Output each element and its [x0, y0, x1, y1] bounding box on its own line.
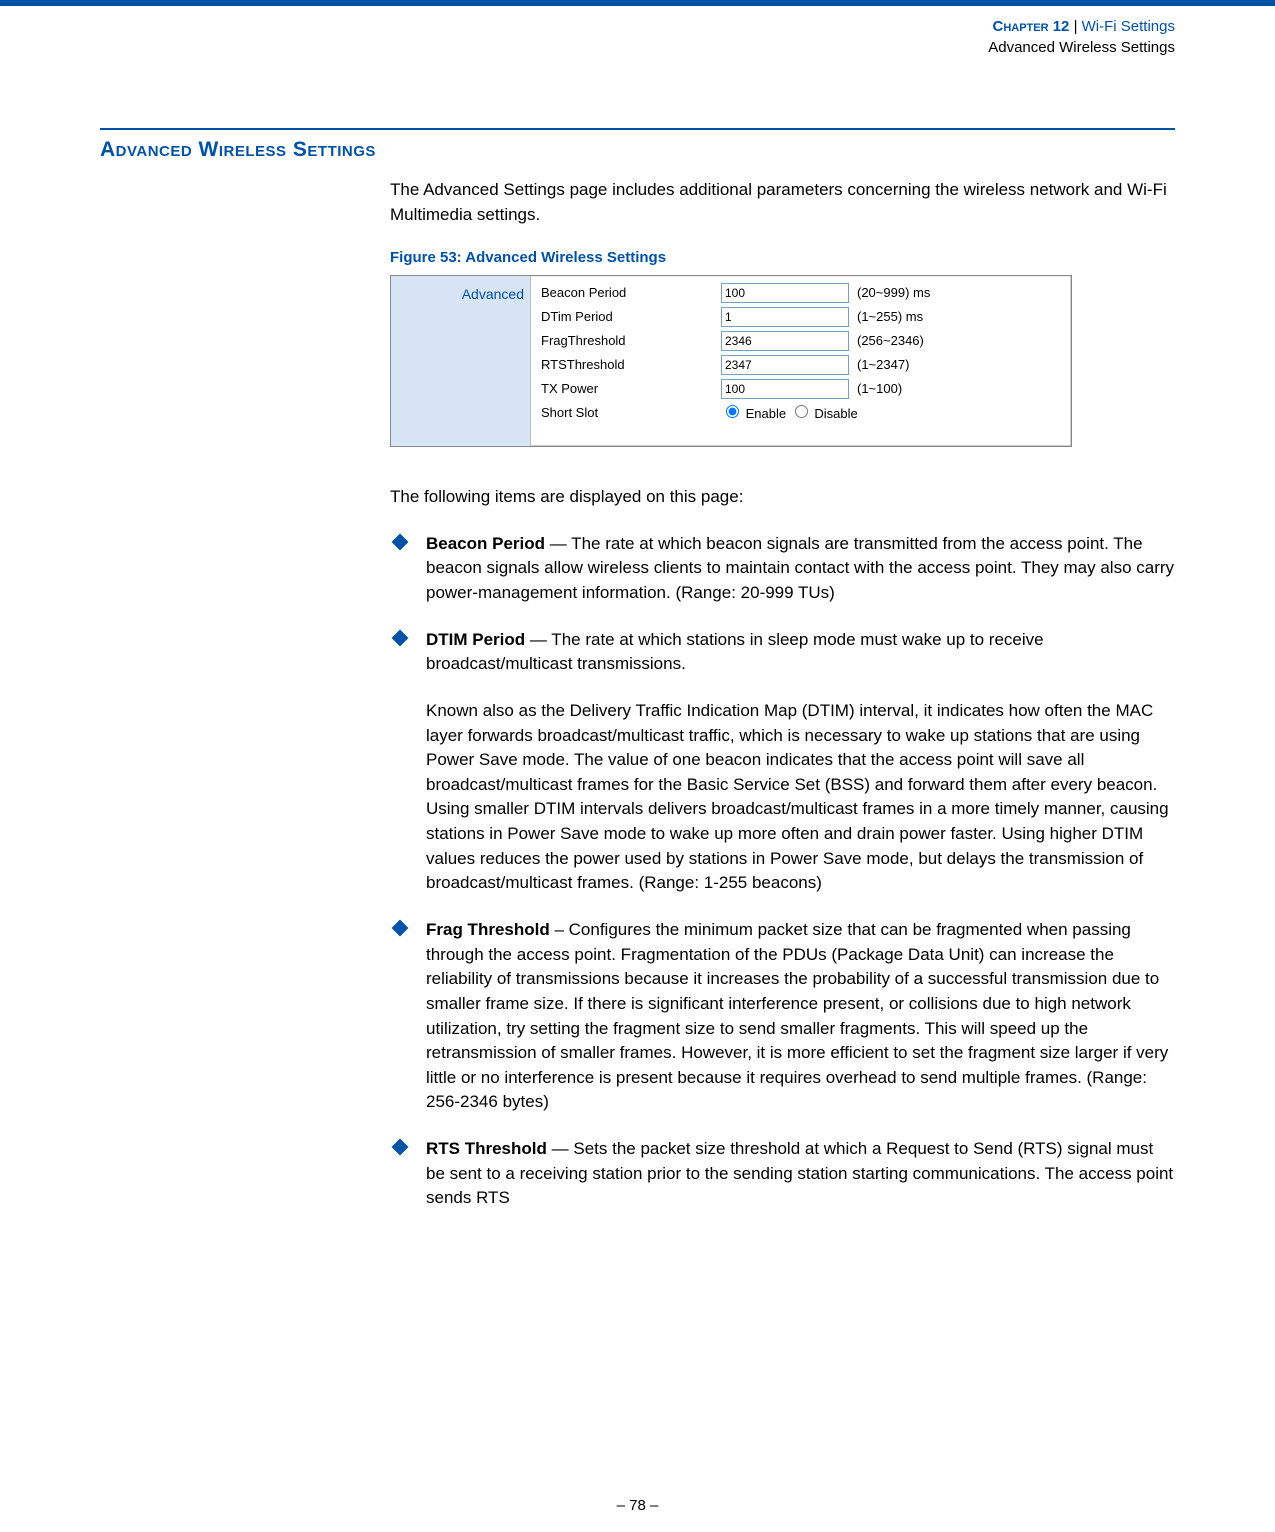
figure-screenshot: Advanced Beacon Period (20~999) ms DTim … [390, 275, 1072, 447]
screenshot-row: FragThreshold (256~2346) [541, 330, 1061, 352]
diamond-bullet-icon [392, 533, 409, 550]
header-section: Wi-Fi Settings [1082, 18, 1175, 35]
running-header: Chapter 12 | Wi-Fi Settings Advanced Wir… [0, 6, 1275, 58]
top-rule [0, 0, 1275, 6]
bullet-term: Frag Threshold [426, 920, 550, 939]
field-label: DTim Period [541, 308, 721, 327]
enable-label: Enable [746, 406, 786, 421]
field-hint: (1~255) ms [857, 308, 923, 327]
post-figure-text: The following items are displayed on thi… [390, 485, 1175, 510]
header-line-1: Chapter 12 | Wi-Fi Settings [0, 16, 1175, 37]
bullet-extra: Known also as the Delivery Traffic Indic… [426, 699, 1175, 896]
field-label: Beacon Period [541, 284, 721, 303]
disable-label: Disable [814, 406, 857, 421]
screenshot-row: DTim Period (1~255) ms [541, 306, 1061, 328]
diamond-bullet-icon [392, 920, 409, 937]
bullet-list: Beacon Period — The rate at which beacon… [390, 532, 1175, 1211]
short-slot-disable-radio[interactable] [795, 405, 808, 418]
screenshot-row: Beacon Period (20~999) ms [541, 282, 1061, 304]
screenshot-sidebar-label: Advanced [462, 286, 524, 302]
figure-caption: Figure 53: Advanced Wireless Settings [390, 247, 1175, 269]
section-heading: Advanced Wireless Settings [100, 138, 1175, 162]
diamond-bullet-icon [392, 629, 409, 646]
field-hint: (1~2347) [857, 356, 909, 375]
intro-paragraph: The Advanced Settings page includes addi… [390, 178, 1175, 227]
bullet-term: DTIM Period [426, 630, 525, 649]
bullet-body: – Configures the minimum packet size tha… [426, 920, 1168, 1111]
dtim-period-input[interactable] [721, 307, 849, 327]
frag-threshold-input[interactable] [721, 331, 849, 351]
list-item: RTS Threshold — Sets the packet size thr… [390, 1137, 1175, 1211]
screenshot-row: RTSThreshold (1~2347) [541, 354, 1061, 376]
field-hint: (256~2346) [857, 332, 924, 351]
short-slot-enable-radio[interactable] [726, 405, 739, 418]
header-subsection: Advanced Wireless Settings [0, 37, 1175, 58]
rts-threshold-input[interactable] [721, 355, 849, 375]
screenshot-main: Beacon Period (20~999) ms DTim Period (1… [531, 276, 1071, 446]
screenshot-row: TX Power (1~100) [541, 378, 1061, 400]
page: Chapter 12 | Wi-Fi Settings Advanced Wir… [0, 0, 1275, 1532]
diamond-bullet-icon [392, 1139, 409, 1156]
section-rule [100, 128, 1175, 130]
list-item: Frag Threshold – Configures the minimum … [390, 918, 1175, 1115]
content-area: Advanced Wireless Settings The Advanced … [100, 128, 1175, 1211]
page-number: – 78 – [0, 1497, 1275, 1514]
screenshot-sidebar: Advanced [391, 276, 531, 446]
header-separator: | [1069, 18, 1081, 35]
bullet-term: Beacon Period [426, 534, 545, 553]
field-label: TX Power [541, 380, 721, 399]
field-label: Short Slot [541, 404, 721, 423]
list-item: Beacon Period — The rate at which beacon… [390, 532, 1175, 606]
chapter-label: Chapter 12 [992, 18, 1069, 35]
screenshot-row: Short Slot Enable Disable [541, 402, 1061, 424]
body-column: The Advanced Settings page includes addi… [390, 178, 1175, 1211]
tx-power-input[interactable] [721, 379, 849, 399]
field-hint: (20~999) ms [857, 284, 930, 303]
short-slot-enable[interactable]: Enable [721, 402, 786, 424]
field-hint: (1~100) [857, 380, 902, 399]
beacon-period-input[interactable] [721, 283, 849, 303]
field-label: FragThreshold [541, 332, 721, 351]
list-item: DTIM Period — The rate at which stations… [390, 628, 1175, 896]
bullet-term: RTS Threshold [426, 1139, 547, 1158]
short-slot-disable[interactable]: Disable [790, 402, 858, 424]
field-label: RTSThreshold [541, 356, 721, 375]
